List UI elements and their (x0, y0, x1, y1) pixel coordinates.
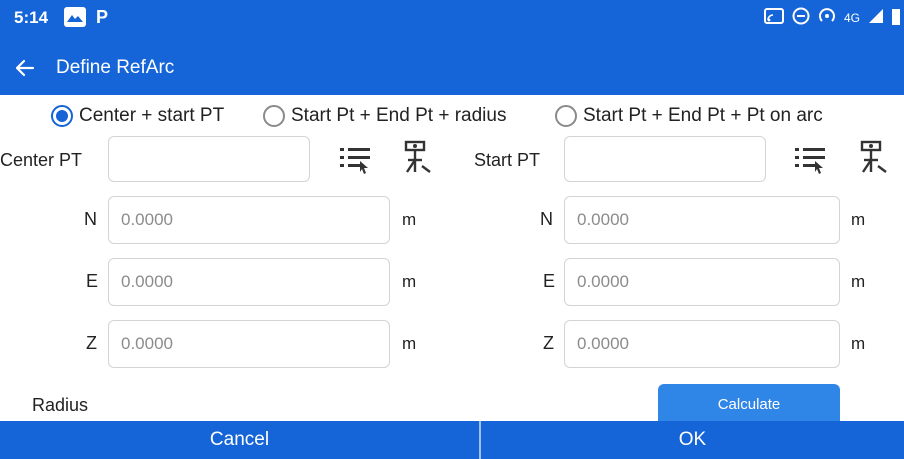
app-bar: 5:14 P 4G Define RefArc (0, 0, 904, 95)
status-bar: 5:14 P 4G (0, 0, 904, 34)
right-e-unit: m (851, 272, 866, 291)
title-bar: Define RefArc (0, 45, 904, 90)
left-z-unit: m (402, 334, 417, 353)
hotspot-icon (818, 7, 836, 28)
left-e-unit: m (402, 272, 417, 291)
radio-start-end-arc[interactable]: Start Pt + End Pt + Pt on arc (555, 105, 823, 127)
center-pt-input[interactable] (108, 136, 310, 182)
right-n-label: N (540, 209, 553, 229)
right-e-input[interactable]: 0.0000 (564, 258, 840, 306)
network-type: 4G (843, 10, 860, 25)
right-z-input[interactable]: 0.0000 (564, 320, 840, 368)
radius-label: Radius (32, 395, 89, 415)
left-n-unit: m (402, 210, 417, 229)
start-pt-input[interactable] (564, 136, 766, 182)
radio-start-end-radius[interactable]: Start Pt + End Pt + radius (263, 105, 506, 127)
back-arrow-icon (15, 59, 35, 77)
battery-icon (892, 7, 900, 28)
point-list-icon[interactable] (338, 142, 372, 176)
parking-icon: P (95, 6, 108, 27)
calculate-button[interactable]: Calculate (658, 384, 840, 424)
left-e-label: E (86, 271, 99, 291)
dnd-icon (792, 7, 810, 28)
point-list-icon[interactable] (793, 142, 827, 176)
left-z-label: Z (86, 333, 97, 353)
cast-icon (763, 8, 784, 27)
right-n-unit: m (851, 210, 866, 229)
cancel-button[interactable]: Cancel (0, 421, 479, 459)
survey-point-icon[interactable] (856, 140, 890, 174)
right-z-label: Z (543, 333, 554, 353)
right-z-unit: m (851, 334, 866, 353)
bottom-action-bar: Cancel OK (0, 421, 904, 459)
gallery-icon (64, 7, 86, 27)
ok-button[interactable]: OK (481, 421, 904, 459)
radio-label: Start Pt + End Pt + Pt on arc (583, 105, 823, 126)
left-n-input[interactable]: 0.0000 (108, 196, 390, 244)
left-e-input[interactable]: 0.0000 (108, 258, 390, 306)
left-n-label: N (84, 209, 97, 229)
status-icons: 4G (763, 7, 900, 28)
survey-point-icon[interactable] (400, 140, 434, 174)
right-n-input[interactable]: 0.0000 (564, 196, 840, 244)
signal-icon (868, 8, 884, 27)
back-button[interactable] (8, 51, 42, 85)
radio-center-start[interactable]: Center + start PT (51, 105, 224, 127)
mode-radio-group: Center + start PT Start Pt + End Pt + ra… (0, 104, 904, 134)
right-e-label: E (543, 271, 556, 291)
radio-circle (51, 105, 73, 127)
radio-circle (263, 105, 285, 127)
start-pt-label: Start PT (474, 150, 541, 170)
radio-circle (555, 105, 577, 127)
left-z-input[interactable]: 0.0000 (108, 320, 390, 368)
status-time: 5:14 (14, 8, 49, 27)
page-title: Define RefArc (56, 57, 175, 78)
center-pt-label: Center PT (0, 150, 83, 170)
radio-label: Start Pt + End Pt + radius (291, 105, 507, 126)
radio-label: Center + start PT (79, 105, 225, 126)
